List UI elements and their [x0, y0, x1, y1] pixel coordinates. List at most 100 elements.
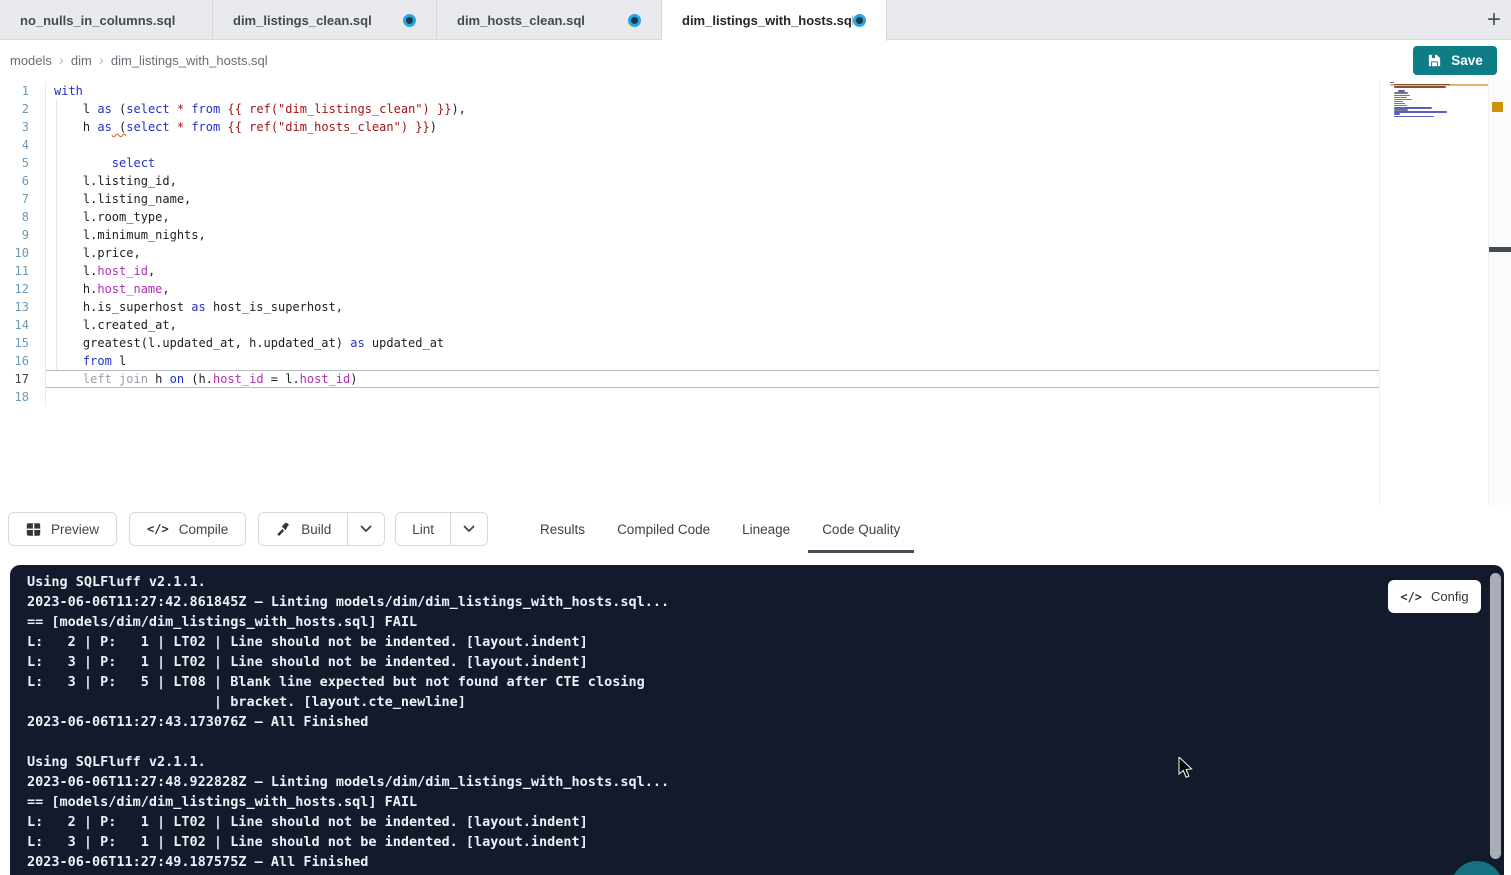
- compile-label: Compile: [179, 522, 229, 537]
- code-line[interactable]: 6 l.listing_id,: [0, 172, 1379, 190]
- tab-label: dim_listings_clean.sql: [233, 13, 372, 28]
- code-text: [46, 136, 1379, 154]
- line-number: 7: [0, 190, 46, 208]
- terminal-scrollbar[interactable]: [1490, 573, 1501, 859]
- breadcrumb-item[interactable]: models: [10, 53, 52, 68]
- hammer-icon: [275, 521, 291, 537]
- terminal-output: Using SQLFluff v2.1.1.2023-06-06T11:27:4…: [27, 572, 669, 872]
- code-line[interactable]: 14 l.created_at,: [0, 316, 1379, 334]
- overview-ruler: [1488, 80, 1511, 505]
- tab-label: no_nulls_in_columns.sql: [20, 13, 175, 28]
- line-number: 9: [0, 226, 46, 244]
- build-button[interactable]: Build: [259, 513, 347, 545]
- code-line[interactable]: 11 l.host_id,: [0, 262, 1379, 280]
- editor-tab-dim-hosts-clean[interactable]: dim_hosts_clean.sql: [437, 0, 662, 40]
- lint-button-group: Lint: [395, 512, 488, 546]
- line-number: 8: [0, 208, 46, 226]
- panel-tab-lineage[interactable]: Lineage: [728, 505, 804, 553]
- lint-label: Lint: [412, 522, 434, 537]
- chevron-right-icon: ›: [59, 52, 64, 69]
- line-number: 14: [0, 316, 46, 334]
- chevron-down-icon: [463, 525, 475, 533]
- code-line[interactable]: 15 greatest(l.updated_at, h.updated_at) …: [0, 334, 1379, 352]
- code-editor[interactable]: 1with2 l as (select * from {{ ref("dim_l…: [0, 80, 1511, 505]
- code-line[interactable]: 16 from l: [0, 352, 1379, 370]
- modified-dot-icon: [853, 14, 866, 27]
- line-number: 18: [0, 388, 46, 406]
- code-line[interactable]: 7 l.listing_name,: [0, 190, 1379, 208]
- editor-tab-dim-listings-clean[interactable]: dim_listings_clean.sql: [213, 0, 437, 40]
- chevron-right-icon: ›: [99, 52, 104, 69]
- lint-button[interactable]: Lint: [396, 513, 450, 545]
- new-tab-button[interactable]: +: [1477, 0, 1511, 40]
- tab-label: dim_listings_with_hosts.sql: [682, 13, 853, 28]
- code-text: l.listing_id,: [46, 172, 1379, 190]
- preview-label: Preview: [51, 522, 99, 537]
- build-button-group: Build: [258, 512, 385, 546]
- line-number: 16: [0, 352, 46, 370]
- action-toolbar: Preview </> Compile Build Lint: [0, 505, 1511, 553]
- terminal-line: Using SQLFluff v2.1.1.: [27, 572, 669, 592]
- save-button-label: Save: [1451, 53, 1483, 68]
- editor-scrollbar-marker[interactable]: [1489, 247, 1511, 252]
- save-button[interactable]: Save: [1413, 46, 1497, 75]
- line-number: 15: [0, 334, 46, 352]
- terminal-line: 2023-06-06T11:27:42.861845Z — Linting mo…: [27, 592, 669, 612]
- code-line[interactable]: 9 l.minimum_nights,: [0, 226, 1379, 244]
- breadcrumb-item[interactable]: dim: [71, 53, 92, 68]
- code-line[interactable]: 1with: [0, 82, 1379, 100]
- code-text: [46, 388, 1379, 406]
- modified-dot-icon: [403, 14, 416, 27]
- terminal-line: | bracket. [layout.cte_newline]: [27, 692, 669, 712]
- line-number: 6: [0, 172, 46, 190]
- code-line[interactable]: 13 h.is_superhost as host_is_superhost,: [0, 298, 1379, 316]
- code-line[interactable]: 5 select: [0, 154, 1379, 172]
- code-line[interactable]: 3 h as (select * from {{ ref("dim_hosts_…: [0, 118, 1379, 136]
- editor-tab-no-nulls-in-columns[interactable]: no_nulls_in_columns.sql: [0, 0, 213, 40]
- code-line[interactable]: 2 l as (select * from {{ ref("dim_listin…: [0, 100, 1379, 118]
- line-number: 2: [0, 100, 46, 118]
- terminal-line: [27, 732, 669, 752]
- breadcrumb-item[interactable]: dim_listings_with_hosts.sql: [111, 53, 268, 68]
- code-line[interactable]: 12 h.host_name,: [0, 280, 1379, 298]
- panel-tab-results[interactable]: Results: [526, 505, 599, 553]
- chevron-down-icon: [360, 525, 372, 533]
- panel-tab-compiled-code[interactable]: Compiled Code: [603, 505, 724, 553]
- code-text: h.host_name,: [46, 280, 1379, 298]
- preview-grid-icon: [26, 522, 41, 537]
- config-label: Config: [1431, 589, 1469, 604]
- save-icon: [1427, 53, 1442, 68]
- code-line[interactable]: 18: [0, 388, 1379, 406]
- code-text: l.minimum_nights,: [46, 226, 1379, 244]
- code-line[interactable]: 4: [0, 136, 1379, 154]
- indent-guide: [56, 100, 57, 370]
- code-text: l.price,: [46, 244, 1379, 262]
- terminal-line: L: 3 | P: 1 | LT02 | Line should not be …: [27, 652, 669, 672]
- terminal-panel: Using SQLFluff v2.1.1.2023-06-06T11:27:4…: [10, 565, 1504, 875]
- editor-tab-dim-listings-with-hosts[interactable]: dim_listings_with_hosts.sql: [662, 0, 887, 41]
- code-line[interactable]: 10 l.price,: [0, 244, 1379, 262]
- line-number: 5: [0, 154, 46, 172]
- terminal-line: 2023-06-06T11:27:49.187575Z — All Finish…: [27, 852, 669, 872]
- modified-dot-icon: [628, 14, 641, 27]
- code-text: l.listing_name,: [46, 190, 1379, 208]
- lint-dropdown-button[interactable]: [450, 513, 487, 545]
- terminal-line: == [models/dim/dim_listings_with_hosts.s…: [27, 792, 669, 812]
- code-line[interactable]: 17 left join h on (h.host_id = l.host_id…: [0, 370, 1379, 388]
- compile-button[interactable]: </> Compile: [129, 512, 246, 546]
- build-dropdown-button[interactable]: [347, 513, 384, 545]
- line-number: 12: [0, 280, 46, 298]
- config-button[interactable]: </> Config: [1388, 580, 1481, 613]
- terminal-line: == [models/dim/dim_listings_with_hosts.s…: [27, 612, 669, 632]
- terminal-line: L: 2 | P: 1 | LT02 | Line should not be …: [27, 632, 669, 652]
- code-line[interactable]: 8 l.room_type,: [0, 208, 1379, 226]
- help-fab-button[interactable]: [1451, 861, 1503, 875]
- line-number: 10: [0, 244, 46, 262]
- minimap[interactable]: [1390, 82, 1488, 124]
- preview-button[interactable]: Preview: [8, 512, 117, 546]
- panel-tab-code-quality[interactable]: Code Quality: [808, 505, 914, 553]
- line-number: 13: [0, 298, 46, 316]
- code-text: from l: [46, 352, 1379, 370]
- code-text: left join h on (h.host_id = l.host_id): [46, 370, 1379, 388]
- code-text: h as (select * from {{ ref("dim_hosts_cl…: [46, 118, 1379, 136]
